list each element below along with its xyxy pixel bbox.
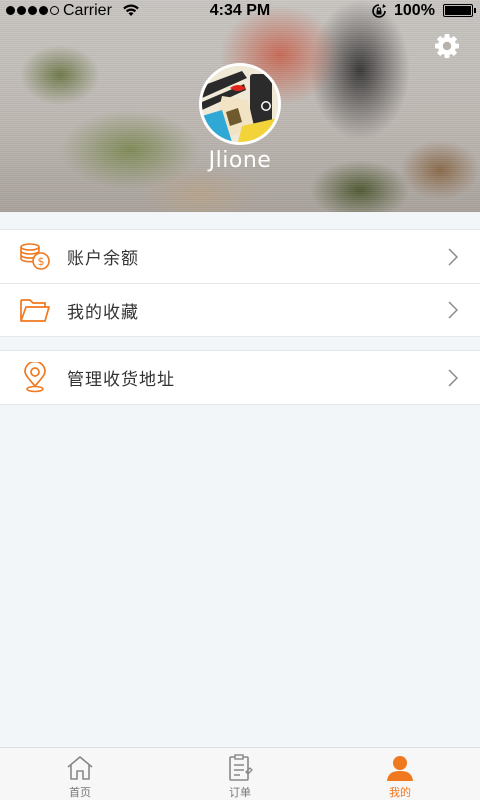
tab-label: 订单 — [229, 786, 251, 799]
tab-label: 我的 — [389, 786, 411, 799]
tab-mine[interactable]: 我的 — [320, 748, 480, 800]
menu-label: 我的收藏 — [67, 302, 139, 323]
status-bar: Carrier 4:34 PM 100% — [0, 0, 480, 22]
menu-group-account: $ 账户余额 我的收藏 — [0, 229, 480, 337]
svg-text:$: $ — [38, 255, 45, 268]
rotation-lock-icon — [371, 3, 387, 23]
chevron-right-icon — [448, 247, 458, 266]
tab-home[interactable]: 首页 — [0, 748, 160, 800]
avatar[interactable] — [199, 63, 281, 145]
tab-orders[interactable]: 订单 — [160, 748, 320, 800]
tab-label: 首页 — [69, 786, 91, 799]
menu-label: 管理收货地址 — [67, 370, 175, 390]
chevron-right-icon — [448, 368, 458, 387]
menu-item-account-balance[interactable]: $ 账户余额 — [0, 230, 480, 283]
chevron-right-icon — [448, 301, 458, 319]
menu-item-manage-address[interactable]: 管理收货地址 — [0, 351, 480, 404]
battery-icon — [443, 4, 476, 17]
home-icon — [67, 756, 93, 780]
battery-percent: 100% — [394, 2, 435, 19]
user-icon — [387, 756, 413, 781]
order-list-icon — [229, 754, 253, 781]
coins-icon: $ — [18, 240, 52, 274]
menu-group-address: 管理收货地址 — [0, 350, 480, 405]
tab-bar: 首页 订单 我的 — [0, 747, 480, 800]
username: Jlione — [208, 148, 272, 173]
gear-icon[interactable] — [432, 31, 462, 65]
folder-icon — [18, 293, 52, 327]
location-pin-icon — [18, 361, 52, 395]
menu-label: 账户余额 — [67, 249, 139, 269]
menu-item-my-favorites[interactable]: 我的收藏 — [0, 283, 480, 336]
